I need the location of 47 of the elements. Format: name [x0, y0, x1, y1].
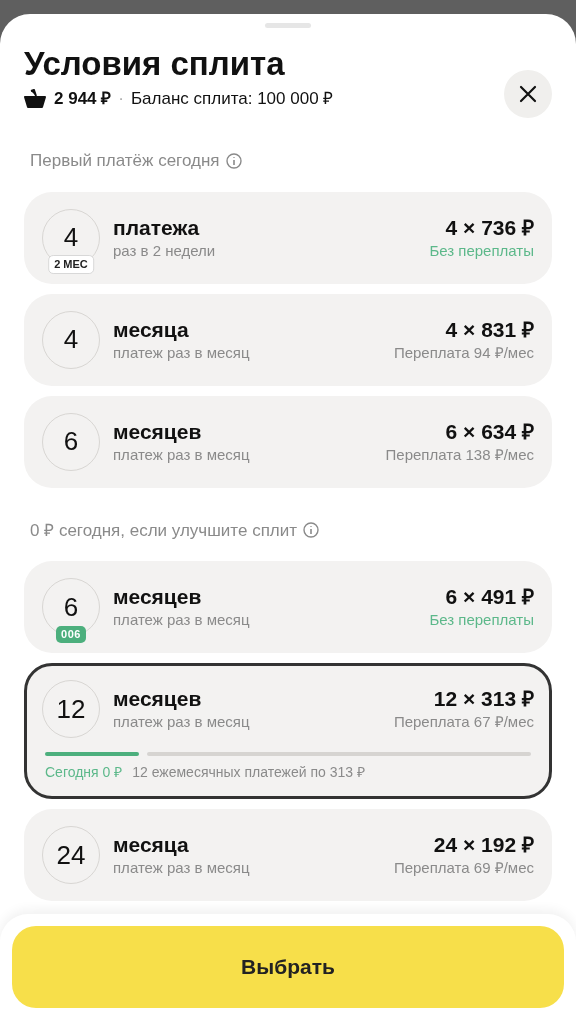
separator-dot: ·	[118, 88, 124, 110]
today-label: Сегодня 0 ₽	[45, 763, 123, 782]
plan-amount: 4 × 736 ₽	[445, 214, 534, 241]
plan-subtitle: платеж раз в месяц	[113, 610, 251, 630]
plan-card[interactable]: 6 месяцев платеж раз в месяц 6 × 634 ₽ Переплата 138 ₽/мес	[24, 395, 552, 488]
duration-badge: 2 МЕС	[48, 254, 94, 274]
info-icon[interactable]	[303, 522, 320, 539]
section-heading: Первый платёж сегодня	[30, 150, 220, 172]
plan-title: месяцев	[113, 584, 203, 610]
plan-card[interactable]: 4 2 МЕС платежа раз в 2 недели 4 × 736 ₽ Без переплаты	[24, 191, 552, 284]
plan-amount: 6 × 634 ₽	[445, 418, 534, 445]
close-icon	[518, 84, 538, 104]
plan-title: месяцев	[113, 418, 203, 445]
split-balance: Баланс сплита: 100 000 ₽	[130, 88, 334, 110]
plan-note: Без переплаты	[429, 240, 534, 261]
plan-title: месяца	[113, 832, 190, 858]
order-total: 2 944 ₽	[54, 88, 112, 110]
plan-note: Переплата 138 ₽/мес	[385, 444, 534, 465]
plan-amount: 6 × 491 ₽	[445, 584, 534, 610]
plan-note: Переплата 69 ₽/мес	[393, 858, 534, 878]
plan-card[interactable]: 4 месяца платеж раз в месяц 4 × 831 ₽ Переплата 94 ₽/мес	[24, 293, 552, 386]
plan-note: Переплата 94 ₽/мес	[393, 342, 534, 363]
plan-amount: 12 × 313 ₽	[433, 686, 534, 712]
info-icon[interactable]	[225, 152, 242, 169]
sheet-title: Условия сплита	[24, 44, 286, 84]
plan-subtitle: платеж раз в месяц	[113, 712, 251, 732]
plan-subtitle: платеж раз в месяц	[113, 444, 251, 465]
plan-title: платежа	[113, 214, 201, 241]
close-button[interactable]	[504, 70, 552, 118]
plan-amount: 4 × 831 ₽	[445, 316, 534, 343]
plan-subtitle: платеж раз в месяц	[113, 342, 251, 363]
plan-card[interactable]: 6 006 месяцев платеж раз в месяц 6 × 491 ₽ Без переплаты	[24, 561, 552, 653]
plan-subtitle: раз в 2 недели	[113, 240, 217, 261]
section-heading: 0 ₽ сегодня, если улучшите сплит	[30, 519, 298, 542]
plan-note: Без переплаты	[429, 610, 534, 630]
duration-badge: 006	[56, 626, 86, 643]
drag-handle[interactable]	[265, 23, 311, 28]
basket-icon	[24, 88, 46, 109]
plan-title: месяцев	[113, 686, 203, 712]
plan-amount: 24 × 192 ₽	[433, 832, 534, 858]
plan-card[interactable]: 12 месяцев платеж раз в месяц 12 × 313 ₽ Переплата 67 ₽/мес Сегодня 0 ₽ 12 ежемесячных платежей по 313 ₽	[24, 663, 552, 799]
plan-card[interactable]: 24 месяца платеж раз в месяц 24 × 192 ₽ Переплата 69 ₽/мес	[24, 809, 552, 901]
plan-title: месяца	[113, 316, 190, 343]
select-button[interactable]: Выбрать	[12, 926, 564, 1008]
plan-note: Переплата 67 ₽/мес	[393, 712, 534, 732]
schedule-label: 12 ежемесячных платежей по 313 ₽	[132, 763, 365, 782]
plan-subtitle: платеж раз в месяц	[113, 858, 251, 878]
